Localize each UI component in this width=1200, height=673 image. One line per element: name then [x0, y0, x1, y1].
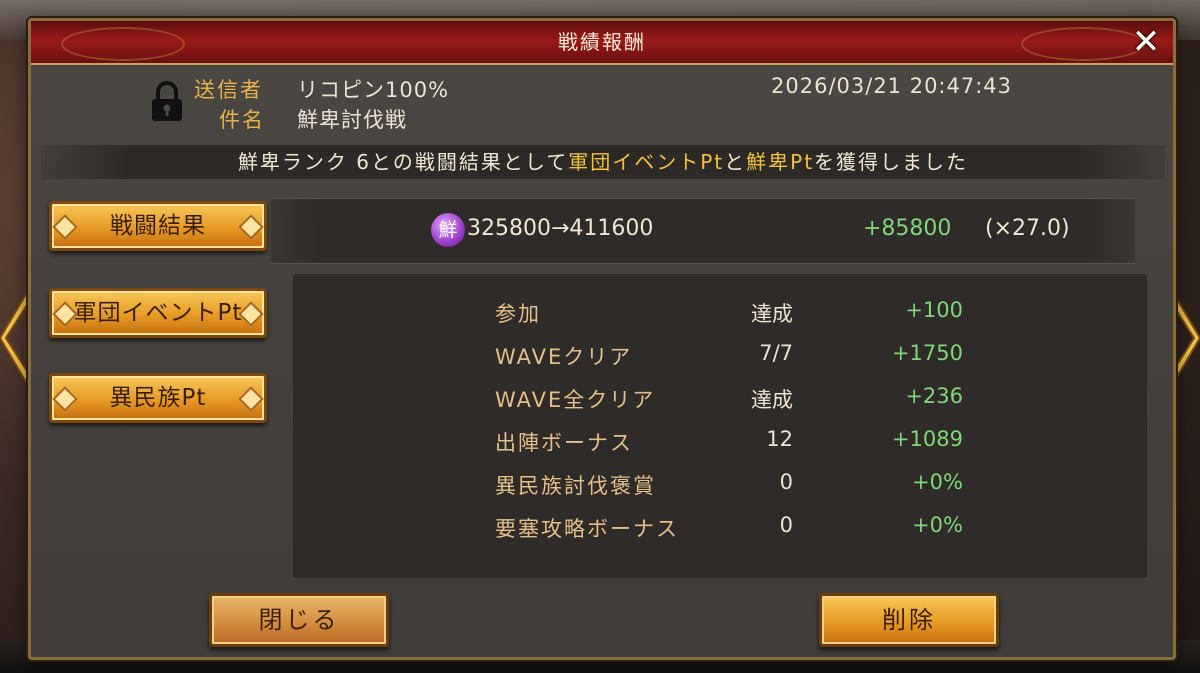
banner-text-3: を獲得しました: [814, 150, 969, 174]
dialog-title: 戦績報酬: [558, 30, 646, 54]
tab-legion-event-pt[interactable]: 軍団イベントPt: [49, 288, 267, 338]
detail-label: 出陣ボーナス: [495, 431, 633, 455]
detail-condition: 0: [779, 470, 793, 494]
detail-condition: 12: [766, 427, 793, 451]
detail-row: WAVEクリア 7/7 +1750: [293, 341, 1147, 381]
score-summary: 鮮 325800→411600 +85800 (×27.0): [271, 198, 1135, 264]
detail-condition: 7/7: [759, 341, 793, 365]
battle-reward-dialog: 戦績報酬 ✕ 送信者 リコピン100% 件名 鮮卑討伐戦 2026/03/21 …: [28, 18, 1176, 660]
detail-value: +0%: [912, 470, 963, 494]
score-progress: 325800→411600: [467, 216, 654, 241]
detail-row: 異民族討伐褒賞 0 +0%: [293, 470, 1147, 510]
detail-panel: 参加 達成 +100 WAVEクリア 7/7 +1750 WAVE全クリア 達成…: [293, 274, 1147, 578]
lock-icon: [152, 81, 182, 121]
banner-highlight-event-pt: 軍団イベントPt: [568, 150, 725, 174]
detail-label: WAVE全クリア: [495, 388, 656, 412]
detail-label: 異民族討伐褒賞: [495, 474, 656, 498]
detail-row: 要塞攻略ボーナス 0 +0%: [293, 513, 1147, 553]
detail-label: 参加: [495, 302, 541, 326]
banner-text-1: 鮮卑ランク 6との戦闘結果として: [237, 150, 569, 174]
received-datetime: 2026/03/21 20:47:43: [771, 74, 1013, 98]
detail-condition: 達成: [751, 388, 793, 412]
sender-label: 送信者: [194, 78, 263, 102]
score-gain: +85800: [863, 216, 952, 241]
detail-value: +1089: [891, 427, 963, 451]
detail-value: +100: [905, 298, 963, 322]
delete-button[interactable]: 削除: [819, 593, 999, 647]
tab-barbarian-pt[interactable]: 異民族Pt: [49, 373, 267, 423]
detail-condition: 達成: [751, 302, 793, 326]
result-banner: 鮮卑ランク 6との戦闘結果として軍団イベントPtと鮮卑Ptを獲得しました: [41, 145, 1165, 179]
detail-row: 出陣ボーナス 12 +1089: [293, 427, 1147, 467]
detail-value: +0%: [912, 513, 963, 537]
score-multiplier: (×27.0): [985, 216, 1070, 241]
detail-label: WAVEクリア: [495, 345, 633, 369]
close-button[interactable]: 閉じる: [209, 593, 389, 647]
detail-row: 参加 達成 +100: [293, 298, 1147, 338]
banner-highlight-xianbei-pt: 鮮卑Pt: [746, 150, 815, 174]
subject-value: 鮮卑討伐戦: [297, 108, 407, 132]
detail-value: +236: [905, 384, 963, 408]
sender-value: リコピン100%: [297, 78, 450, 102]
detail-condition: 0: [779, 513, 793, 537]
tab-battle-result[interactable]: 戦闘結果: [49, 201, 267, 251]
title-bar: 戦績報酬 ✕: [31, 21, 1173, 65]
detail-value: +1750: [891, 341, 963, 365]
xianbei-pt-icon: 鮮: [431, 213, 465, 247]
detail-label: 要塞攻略ボーナス: [495, 517, 679, 541]
detail-row: WAVE全クリア 達成 +236: [293, 384, 1147, 424]
close-icon[interactable]: ✕: [1127, 23, 1165, 61]
subject-label: 件名: [219, 108, 265, 132]
banner-text-2: と: [724, 150, 747, 174]
